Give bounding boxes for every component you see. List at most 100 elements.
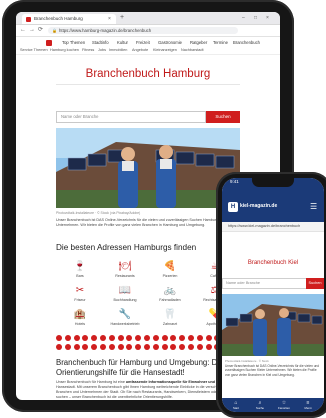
nav-item-termine[interactable]: Termine <box>213 38 228 47</box>
pagination-dot[interactable] <box>144 335 150 341</box>
pagination-dot[interactable] <box>196 335 203 341</box>
back-button[interactable]: ← <box>20 26 26 35</box>
nav-item-freizeit[interactable]: Freizeit <box>136 38 150 47</box>
pagination-dot[interactable] <box>152 335 159 341</box>
pagination-dot[interactable] <box>56 344 62 350</box>
pagination-dot[interactable] <box>205 335 212 341</box>
close-icon[interactable]: × <box>108 14 111 24</box>
pagination-dot[interactable] <box>117 335 124 341</box>
category-item[interactable]: 🦷 Zahnarzt <box>150 309 190 331</box>
subnav-item[interactable]: Nachbarstadt <box>181 47 204 54</box>
pagination-dot[interactable] <box>205 344 212 350</box>
pagination-dot[interactable] <box>100 344 106 350</box>
section-body: Unser Branchenbuch für Hamburg ist eine … <box>56 380 240 400</box>
search-input[interactable]: Name oder Branche <box>56 111 206 123</box>
lock-icon: 🔒 <box>52 28 57 33</box>
pagination-dot[interactable] <box>161 335 168 341</box>
category-item[interactable]: 🚲 Fahrradladen <box>150 285 190 307</box>
bottom-tab-favorites[interactable]: ☆ Favoriten <box>274 400 294 410</box>
hotel-icon: 🏨 <box>73 309 87 320</box>
pagination-dot[interactable] <box>56 335 62 341</box>
category-label: Fahrradladen <box>159 298 181 302</box>
category-item[interactable]: 📖 Buchhandlung <box>105 285 145 307</box>
pagination-dot[interactable] <box>82 335 89 341</box>
phone-screen: 9:41 H kiel-magazin.de ☰ https://www.kie… <box>222 178 324 412</box>
pagination-dot[interactable] <box>179 335 186 341</box>
nav-item-ratgeber[interactable]: Ratgeber <box>190 38 207 47</box>
pagination-dot[interactable] <box>188 335 194 341</box>
subnav-item[interactable]: Kleinanzeigen <box>153 47 177 54</box>
phone-search-button[interactable]: Suchen <box>306 278 324 289</box>
category-item[interactable]: 🍷 Bars <box>60 261 100 283</box>
image-caption: Photovoltaik-Installateure · © Stock (vi… <box>56 211 141 215</box>
pagination-dot[interactable] <box>91 335 98 341</box>
url-text: https://www.hamburg-magazin.de/branchenb… <box>59 28 152 33</box>
site-logo-text[interactable]: kiel-magazin.de <box>240 203 277 209</box>
nav-item-kultur[interactable]: Kultur <box>117 38 128 47</box>
subnav-item[interactable]: Jobs <box>98 47 106 54</box>
bottom-tab-menu[interactable]: ≡ Menü <box>298 400 318 410</box>
phone-hero-image <box>222 294 324 356</box>
pagination-dot[interactable] <box>64 335 71 341</box>
minimize-button[interactable]: – <box>242 13 245 23</box>
forward-button[interactable]: → <box>29 26 35 35</box>
pagination-dot[interactable] <box>135 335 142 341</box>
bottom-tab-label: Menü <box>304 406 312 410</box>
subnav-item[interactable]: Fitness <box>82 47 94 54</box>
url-input[interactable]: 🔒 https://www.hamburg-magazin.de/branche… <box>48 27 238 34</box>
pagination-dot[interactable] <box>161 344 168 350</box>
category-item[interactable]: ✂ Friseur <box>60 285 100 307</box>
nav-item-top-themen[interactable]: Top Themen <box>62 38 85 47</box>
hamburger-menu-icon[interactable]: ☰ <box>310 202 317 211</box>
subnav-item[interactable]: Immobilien <box>109 47 127 54</box>
maximize-button[interactable]: □ <box>254 13 257 23</box>
pagination-dot[interactable] <box>144 344 150 350</box>
pagination-dot[interactable] <box>126 335 133 341</box>
phone-address-bar[interactable]: https://www.kiel-magazin.de/branchenbuch <box>222 222 324 232</box>
pagination-dot[interactable] <box>170 344 177 350</box>
category-item[interactable]: 🔧 Handwerksbetrieb <box>105 309 145 331</box>
subnav-item[interactable]: Hamburg kochen <box>50 47 79 54</box>
nav-item-stadtinfo[interactable]: Stadtinfo <box>92 38 109 47</box>
title-divider <box>56 84 240 85</box>
pagination-dot[interactable] <box>91 344 98 350</box>
pagination-dot[interactable] <box>100 335 106 341</box>
pagination-dot[interactable] <box>82 344 89 350</box>
nav-item-branchenbuch[interactable]: Branchenbuch <box>233 38 260 47</box>
pagination-dot[interactable] <box>152 344 159 350</box>
search-button[interactable]: Suchen <box>206 111 240 123</box>
bottom-tab-search[interactable]: ⌕ Suche <box>250 400 270 410</box>
nav-item-gastronomie[interactable]: Gastronomie <box>158 38 182 47</box>
pagination-dot[interactable] <box>64 344 71 350</box>
pagination-dot[interactable] <box>188 344 194 350</box>
subnav-item[interactable]: Angebote <box>132 47 148 54</box>
pagination-dot[interactable] <box>196 344 203 350</box>
kiel-logo-icon[interactable]: H <box>228 202 238 212</box>
pagination-dot[interactable] <box>108 335 115 341</box>
pagination-dot[interactable] <box>73 344 80 350</box>
site-logo-icon[interactable] <box>46 39 52 46</box>
bottom-tab-label: Start <box>233 406 239 410</box>
browser-tab[interactable]: Branchenbuch Hamburg × <box>22 14 116 24</box>
sub-navigation: Service Themen Hamburg kochen Fitness Jo… <box>16 47 280 55</box>
pagination-dot[interactable] <box>126 344 133 350</box>
pagination-dot[interactable] <box>117 344 124 350</box>
bottom-tab-start[interactable]: ⌂ Start <box>226 400 246 410</box>
category-label: Pizzerien <box>162 274 178 278</box>
reload-button[interactable]: ⟳ <box>38 26 43 35</box>
pagination-dot[interactable] <box>170 335 177 341</box>
pagination-dot[interactable] <box>135 344 142 350</box>
window-close-button[interactable]: × <box>266 13 269 23</box>
pagination-dot[interactable] <box>73 335 80 341</box>
pagination-dot[interactable] <box>179 344 186 350</box>
pagination-dot[interactable] <box>108 344 115 350</box>
category-item[interactable]: 🍕 Pizzerien <box>150 261 190 283</box>
restaurant-icon: 🍽 <box>118 261 132 272</box>
hero-image <box>56 128 240 208</box>
new-tab-button[interactable]: + <box>120 13 124 23</box>
phone-search-input[interactable]: Name oder Branche <box>222 278 308 289</box>
phone-notch <box>252 178 294 187</box>
category-item[interactable]: 🏨 Hotels <box>60 309 100 331</box>
subnav-item[interactable]: Service Themen <box>20 47 48 54</box>
category-item[interactable]: 🍽 Restaurants <box>105 261 145 283</box>
